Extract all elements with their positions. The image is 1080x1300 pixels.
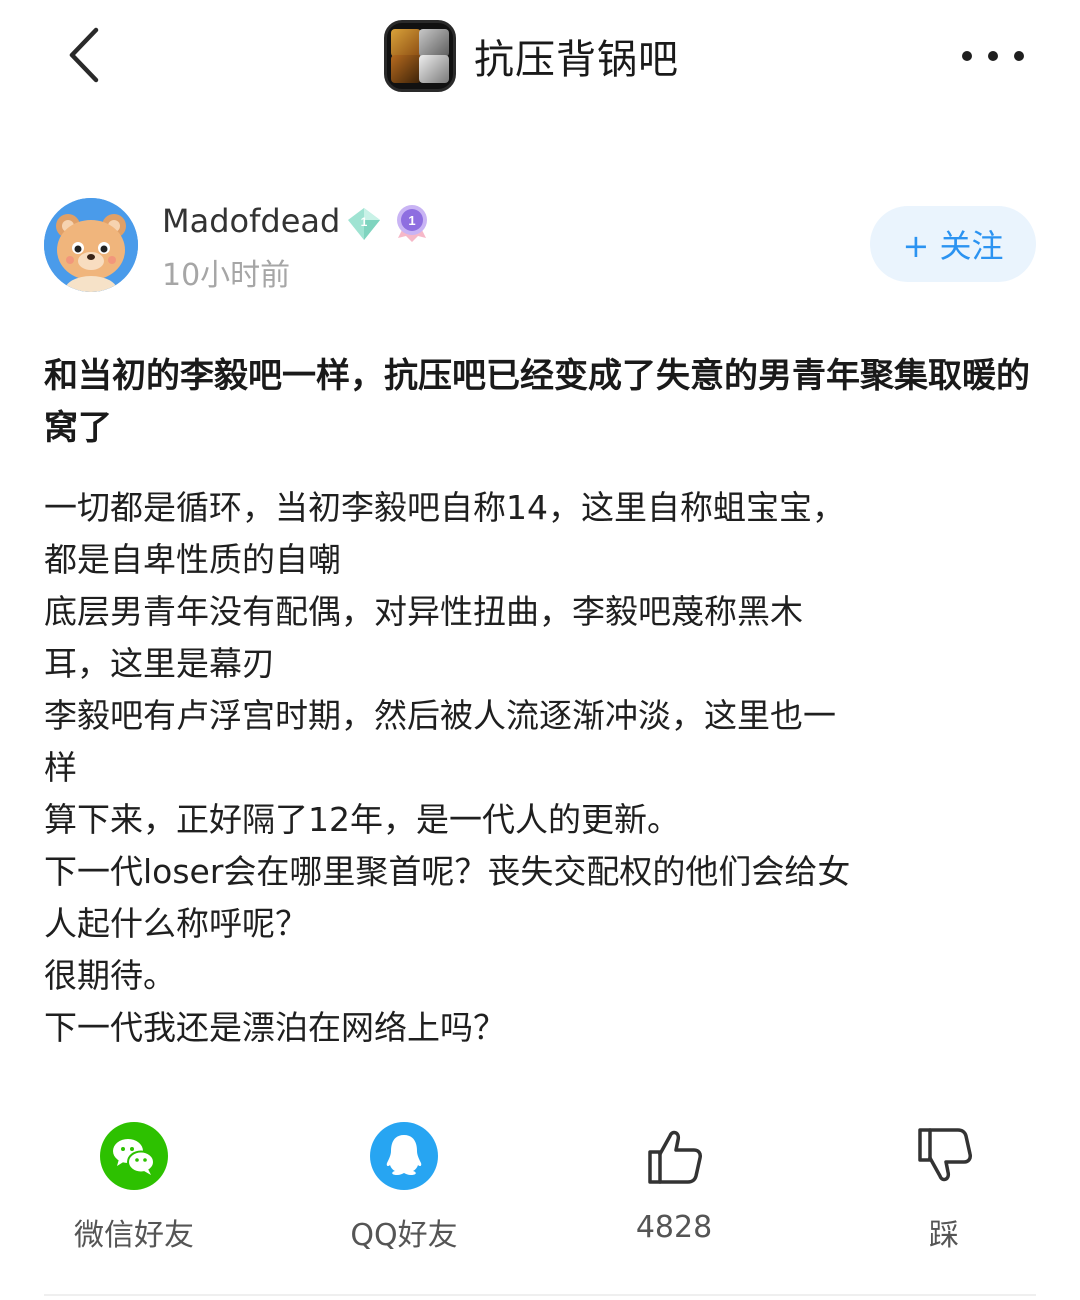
follow-button[interactable]: + 关注: [870, 206, 1036, 282]
more-options-button[interactable]: [962, 36, 1024, 76]
dislike-button[interactable]: 踩: [844, 1120, 1044, 1254]
share-wechat-label: 微信好友: [74, 1218, 194, 1253]
post-body: 一切都是循环，当初李毅吧自称14，这里自称蛆宝宝， 都是自卑性质的自嘲 底层男青…: [44, 482, 1036, 1054]
post-timestamp: 10小时前: [162, 258, 291, 293]
chevron-left-icon: [69, 27, 99, 83]
post-body-line: 下一代我还是漂泊在网络上吗？: [44, 1008, 506, 1047]
wechat-icon: [98, 1120, 170, 1192]
more-dots-icon: [962, 51, 972, 61]
post-title: 和当初的李毅吧一样，抗压吧已经变成了失意的男青年聚集取暖的窝了: [44, 356, 1030, 448]
forum-name[interactable]: 抗压背锅吧: [474, 27, 679, 85]
diamond-level-icon: 1: [344, 204, 384, 244]
post-body-line: 人起什么称呼呢？: [44, 904, 308, 943]
bear-avatar-icon: [44, 198, 138, 292]
top-navigation-bar: 抗压背锅吧: [0, 0, 1080, 120]
avatar[interactable]: [44, 198, 138, 292]
share-wechat-button[interactable]: 微信好友: [34, 1120, 234, 1254]
svg-text:1: 1: [361, 215, 368, 229]
post-body-line: 底层男青年没有配偶，对异性扭曲，李毅吧蔑称黑木: [44, 592, 803, 631]
back-button[interactable]: [52, 20, 122, 90]
member-medal-icon: 1: [392, 202, 432, 246]
post-body-line: 很期待。: [44, 956, 176, 995]
post-body-line: 下一代loser会在哪里聚首呢？丧失交配权的他们会给女: [44, 852, 851, 891]
dislike-label: 踩: [929, 1218, 959, 1253]
forum-logo: [384, 20, 456, 92]
share-qq-label: QQ好友: [350, 1218, 458, 1253]
post-body-line: 耳，这里是幕刃: [44, 644, 275, 683]
forum-header[interactable]: 抗压背锅吧: [384, 20, 679, 92]
like-button[interactable]: 4828: [574, 1120, 774, 1245]
thumbs-up-icon: [638, 1120, 710, 1192]
qq-penguin-icon: [368, 1120, 440, 1192]
post-body-line: 都是自卑性质的自嘲: [44, 540, 341, 579]
post-body-line: 李毅吧有卢浮宫时期，然后被人流逐渐冲淡，这里也一: [44, 696, 836, 735]
author-name[interactable]: Madofdead: [162, 202, 340, 240]
svg-text:1: 1: [408, 213, 415, 228]
share-action-bar: 微信好友 QQ好友 4828 踩: [0, 1120, 1080, 1253]
post-body-line: 算下来，正好隔了12年，是一代人的更新。: [44, 800, 680, 839]
thumbs-down-icon: [908, 1120, 980, 1192]
more-dot: [988, 51, 998, 61]
share-qq-button[interactable]: QQ好友: [304, 1120, 504, 1254]
like-count: 4828: [635, 1210, 713, 1245]
post-body-line: 样: [44, 748, 77, 787]
more-dot: [1014, 51, 1024, 61]
post-body-line: 一切都是循环，当初李毅吧自称14，这里自称蛆宝宝，: [44, 488, 845, 527]
author-row: Madofdead 1 1 10小时前 + 关注: [44, 198, 1036, 298]
divider: [44, 1294, 1036, 1296]
